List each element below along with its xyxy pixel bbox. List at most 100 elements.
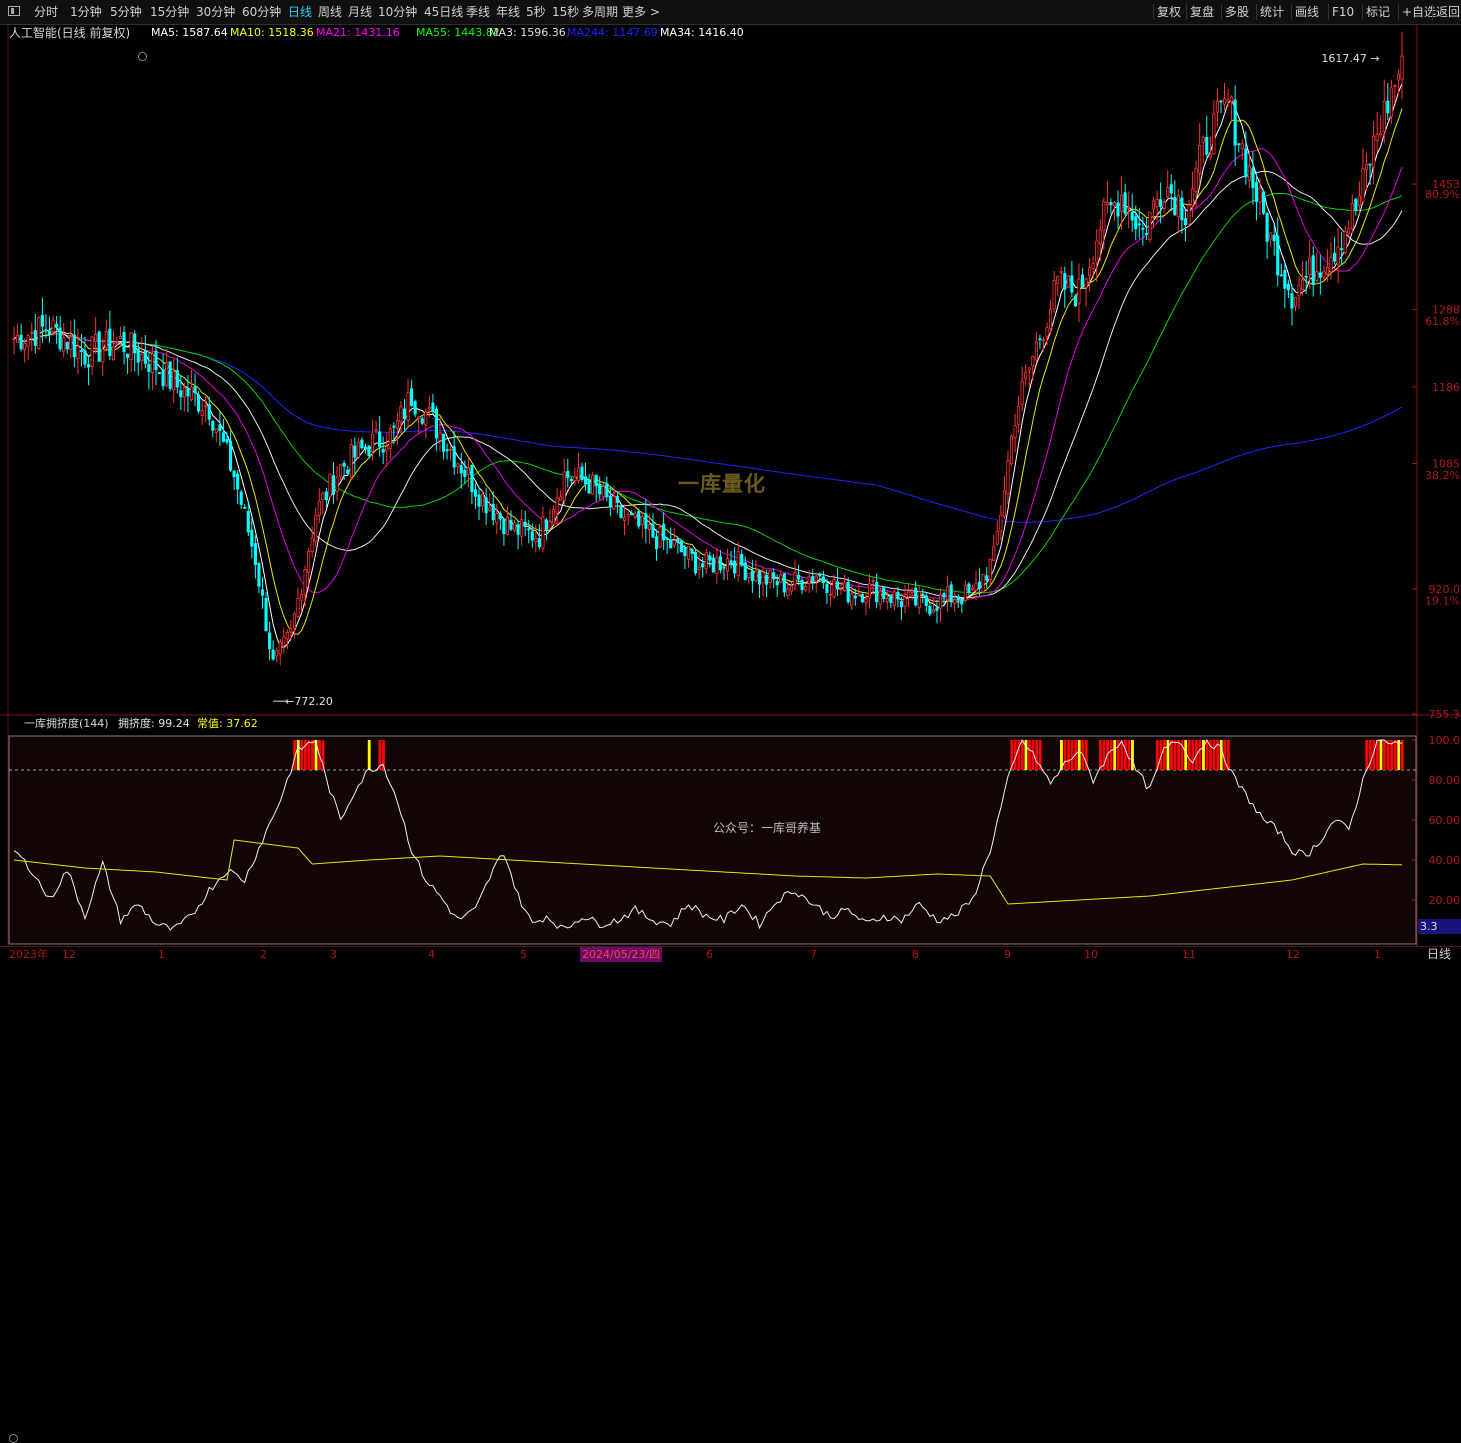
date-label: 12	[62, 948, 76, 961]
tab-0[interactable]: 分时	[34, 4, 58, 20]
candle-body	[118, 335, 123, 340]
candle-body	[1208, 154, 1212, 158]
candle-body	[140, 353, 144, 361]
tab-12[interactable]: 年线	[496, 4, 520, 20]
candle-body	[51, 319, 55, 333]
candle-body	[136, 348, 140, 363]
tool-button-7[interactable]: +自选	[1402, 4, 1436, 20]
tab-14[interactable]: 15秒	[552, 4, 579, 20]
candle-body	[1009, 435, 1014, 465]
crowd-bar	[1187, 740, 1191, 770]
candle-body	[907, 591, 911, 598]
candle-body	[271, 649, 275, 660]
tool-button-0[interactable]: 复权	[1157, 4, 1181, 20]
candle-body	[598, 484, 602, 495]
candle-body	[1137, 223, 1141, 226]
candle-body	[441, 433, 446, 452]
candle-body	[1357, 195, 1361, 206]
tab-13[interactable]: 5秒	[526, 4, 546, 20]
tool-button-5[interactable]: F10	[1332, 4, 1354, 20]
candle-body	[1286, 283, 1290, 291]
candle-body	[1190, 188, 1195, 206]
const-value: 常值: 37.62	[197, 717, 258, 730]
candle-body	[456, 463, 460, 467]
candle-body	[495, 513, 499, 524]
candle-body	[15, 334, 20, 343]
tab-11[interactable]: 季线	[466, 4, 490, 20]
candle-body	[147, 363, 151, 372]
candle-body	[931, 609, 935, 613]
candle-body	[129, 332, 133, 360]
candle-body	[583, 476, 588, 485]
candle-body	[76, 345, 80, 359]
candle-body	[967, 583, 971, 593]
settings-icon[interactable]	[9, 1434, 18, 1443]
candle-body	[882, 587, 886, 599]
candle-body	[395, 420, 399, 430]
tool-button-2[interactable]: 多股	[1225, 4, 1249, 20]
candle-body	[1258, 187, 1262, 203]
candle-body	[1354, 198, 1358, 212]
tab-7[interactable]: 周线	[318, 4, 342, 20]
candle-body	[523, 521, 527, 527]
crowd-bar	[1127, 740, 1131, 770]
candle-body	[268, 632, 272, 650]
tab-4[interactable]: 30分钟	[196, 4, 235, 20]
candle-body	[534, 538, 538, 543]
menu-icon[interactable]	[8, 6, 20, 16]
tab-8[interactable]: 月线	[348, 4, 372, 20]
candle-body	[1372, 135, 1376, 168]
crowd-bar	[1390, 740, 1394, 770]
candle-body	[445, 449, 449, 452]
sub-watermark: 公众号：一库哥养基	[713, 821, 822, 835]
tab-6[interactable]: 日线	[288, 4, 312, 20]
candle-body	[40, 314, 44, 327]
tab-16[interactable]: 更多 >	[622, 4, 660, 20]
tab-10[interactable]: 45日线	[424, 4, 463, 20]
tool-button-3[interactable]: 统计	[1260, 4, 1284, 20]
candle-body	[779, 574, 783, 583]
candle-body	[1066, 275, 1070, 288]
candle-body	[747, 572, 751, 578]
candle-body	[55, 323, 59, 328]
candle-body	[576, 467, 580, 481]
candle-body	[921, 593, 925, 597]
candle-body	[278, 641, 282, 655]
tab-3[interactable]: 15分钟	[150, 4, 189, 20]
tool-button-4[interactable]: 画线	[1295, 4, 1319, 20]
candle-body	[143, 350, 147, 364]
candle-body	[289, 628, 293, 633]
candle-body	[541, 516, 545, 549]
tool-button-1[interactable]: 复盘	[1190, 4, 1214, 20]
candle-body	[601, 486, 605, 498]
candle-body	[200, 410, 204, 416]
candle-body	[782, 573, 786, 593]
candle-body	[133, 333, 137, 354]
candle-body	[1201, 136, 1205, 143]
candle-body	[938, 594, 943, 609]
sub-axis-label: 20.00	[1429, 894, 1461, 907]
tab-9[interactable]: 10分钟	[378, 4, 417, 20]
tab-1[interactable]: 1分钟	[70, 4, 102, 20]
ma34-line	[13, 170, 1403, 599]
candle-body	[562, 471, 566, 501]
crowd-bar	[1365, 740, 1369, 770]
period-toolbar: 分时 1分钟 5分钟 15分钟 30分钟 60分钟 日线 周线 月线 10分钟 45日线 季线 年线 5秒…	[0, 0, 1461, 25]
tool-button-8[interactable]: 返回	[1436, 4, 1460, 20]
candle-body	[1002, 490, 1006, 517]
tab-2[interactable]: 5分钟	[110, 4, 142, 20]
candle-body	[424, 411, 428, 426]
candle-body	[690, 549, 694, 554]
tab-5[interactable]: 60分钟	[242, 4, 281, 20]
candle-body	[630, 513, 634, 516]
period-button[interactable]: 日线	[1417, 947, 1461, 962]
candle-body	[459, 465, 463, 474]
candle-body	[814, 575, 818, 582]
candle-body	[885, 597, 889, 602]
tool-button-6[interactable]: 标记	[1366, 4, 1390, 20]
low-label: ←772.20	[285, 695, 333, 708]
candle-body	[729, 560, 733, 564]
tab-15[interactable]: 多周期	[582, 4, 618, 20]
candle-body	[211, 420, 215, 431]
candle-body	[1187, 204, 1191, 225]
